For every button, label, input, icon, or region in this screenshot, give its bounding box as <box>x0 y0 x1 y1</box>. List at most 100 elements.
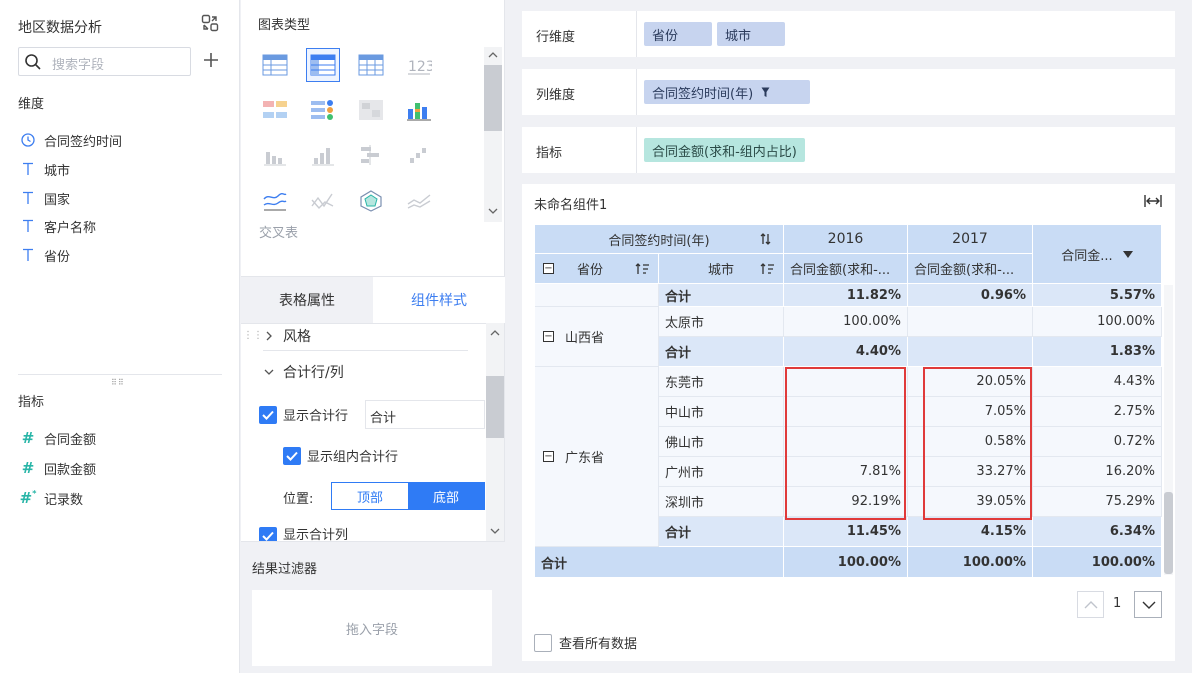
text-type-icon <box>18 248 38 262</box>
polyline-chart-icon[interactable] <box>306 184 340 218</box>
value-cell: 11.82% <box>784 284 908 307</box>
result-filter-section: 结果过滤器 拖入字段 <box>241 541 505 673</box>
section-divider <box>18 374 222 375</box>
value-cell: 4.15% <box>908 517 1033 547</box>
add-field-icon[interactable] <box>203 52 219 68</box>
province-header[interactable]: − 省份 <box>535 254 659 284</box>
total-section[interactable]: 合计行/列 <box>263 362 344 382</box>
fit-width-icon[interactable] <box>1144 194 1162 208</box>
position-label: 位置: <box>283 492 314 507</box>
kpi-number-icon[interactable]: 123 <box>402 48 436 82</box>
search-icon <box>24 53 42 71</box>
page-prev-button[interactable] <box>1077 591 1104 618</box>
city-cell: 东莞市 <box>659 367 784 397</box>
row-dim-pill-province[interactable]: 省份 <box>644 22 712 46</box>
chevron-right-icon <box>266 331 272 341</box>
total-col-header[interactable]: 合同金... <box>1033 225 1162 284</box>
field-item-province[interactable]: 省份 <box>18 243 70 267</box>
measure-header-2016[interactable]: 合同金额(求和-... <box>784 254 908 284</box>
bar-chart-icon[interactable] <box>258 138 292 172</box>
collapse-icon[interactable]: − <box>543 451 554 462</box>
field-item-customer[interactable]: 客户名称 <box>18 214 96 238</box>
city-header[interactable]: 城市 <box>659 254 784 284</box>
field-search-input[interactable]: 搜索字段 <box>18 47 191 76</box>
color-table-icon[interactable] <box>258 93 292 127</box>
measure-pill-contract-amount[interactable]: 合同金额(求和-组内占比) <box>644 138 805 162</box>
field-item-payment-amount[interactable]: # 回款金额 <box>18 456 96 480</box>
province-cell-shanxi[interactable]: − 山西省 <box>535 307 659 367</box>
tab-table-properties[interactable]: 表格属性 <box>241 277 373 323</box>
field-item-contract-date[interactable]: 合同签约时间 <box>18 128 122 152</box>
column-chart-icon[interactable] <box>306 138 340 172</box>
field-item-city[interactable]: 城市 <box>18 157 70 181</box>
field-label: 客户名称 <box>44 220 97 236</box>
position-segmented-control: 顶部 底部 <box>331 482 485 510</box>
collapse-icon[interactable]: − <box>543 331 554 342</box>
position-top-option[interactable]: 顶部 <box>332 483 408 509</box>
drag-handle-icon[interactable]: ⋮⋮ <box>243 330 263 341</box>
sort-icon <box>760 262 774 274</box>
field-label: 记录数 <box>44 492 84 508</box>
radar-chart-icon[interactable] <box>354 184 388 218</box>
stacked-bar-color-icon[interactable] <box>402 93 436 127</box>
row-dim-pill-city[interactable]: 城市 <box>717 22 785 46</box>
year-header-2016: 2016 <box>784 225 908 254</box>
sort-icon <box>635 262 649 274</box>
show-total-col-label: 显示合计列 <box>283 528 349 541</box>
value-cell: 11.45% <box>784 517 908 547</box>
city-cell: 太原市 <box>659 307 784 337</box>
field-label: 合同金额 <box>44 432 97 448</box>
number-calc-icon: # * <box>19 489 37 507</box>
waterfall-icon[interactable] <box>402 138 436 172</box>
field-item-record-count[interactable]: # * 记录数 <box>18 486 83 510</box>
show-total-row-checkbox[interactable]: 显示合计行 <box>259 405 348 424</box>
heatmap-icon[interactable] <box>354 93 388 127</box>
col-dim-header-label: 合同签约时间(年) <box>608 233 710 249</box>
collapse-icon[interactable]: − <box>543 263 554 274</box>
col-dim-pill-contract-year[interactable]: 合同签约时间(年) <box>644 80 810 104</box>
field-panel: 地区数据分析 搜索字段 维度 合同签约时间 城市 国家 客户名称 省份 ⠿⠿ 指… <box>0 0 240 673</box>
total-row-text-input[interactable]: 合计 <box>365 400 485 429</box>
field-item-country[interactable]: 国家 <box>18 186 70 210</box>
grand-total-2017: 100.00% <box>908 547 1033 578</box>
area-line-icon[interactable] <box>402 184 436 218</box>
grand-total-2016: 100.00% <box>784 547 908 578</box>
highlight-box-2016 <box>785 367 906 520</box>
chart-type-label: 交叉表 <box>259 226 299 241</box>
checkbox-checked-icon <box>259 405 277 424</box>
filter-icon <box>761 87 770 97</box>
field-item-contract-amount[interactable]: # 合同金额 <box>18 426 96 450</box>
switch-dataset-icon[interactable] <box>201 14 219 32</box>
cross-table-icon[interactable] <box>306 48 340 82</box>
see-all-data-checkbox[interactable]: 查看所有数据 <box>534 633 637 652</box>
line-chart-icon[interactable] <box>258 184 292 218</box>
style-scrollbar[interactable] <box>486 323 504 541</box>
province-cell-guangdong[interactable]: − 广东省 <box>535 367 659 547</box>
page-next-button[interactable] <box>1134 591 1162 618</box>
tab-component-style[interactable]: 组件样式 <box>373 277 505 323</box>
style-section[interactable]: 风格 <box>263 326 311 346</box>
measure-section-title: 指标 <box>18 395 45 410</box>
row-dimension-label: 行维度 <box>536 30 576 45</box>
group-table-icon[interactable] <box>354 48 388 82</box>
measure-header-2017[interactable]: 合同金额(求和-... <box>908 254 1033 284</box>
total-section-label: 合计行/列 <box>283 365 344 381</box>
table-detail-icon[interactable] <box>258 48 292 82</box>
filter-drop-zone[interactable]: 拖入字段 <box>252 590 492 666</box>
subtotal-label-cell: 合计 <box>659 337 784 367</box>
indicator-card-icon[interactable] <box>306 93 340 127</box>
see-all-data-label: 查看所有数据 <box>559 637 638 652</box>
value-cell: 2.75% <box>1033 397 1162 427</box>
show-group-total-checkbox[interactable]: 显示组内合计行 <box>283 446 398 465</box>
position-bottom-option[interactable]: 底部 <box>408 483 484 509</box>
value-cell: 75.29% <box>1033 487 1162 517</box>
show-total-col-checkbox[interactable]: 显示合计列 <box>259 527 348 541</box>
show-total-row-label: 显示合计行 <box>283 409 349 424</box>
resize-grip-icon[interactable]: ⠿⠿ <box>111 378 125 387</box>
chart-type-scrollbar[interactable] <box>484 47 502 222</box>
text-type-icon <box>18 219 38 233</box>
horizontal-bar-icon[interactable] <box>354 138 388 172</box>
column-dimension-bar: 列维度 合同签约时间(年) <box>522 69 1175 115</box>
table-scrollbar[interactable] <box>1164 285 1173 575</box>
col-dim-header[interactable]: 合同签约时间(年) <box>535 225 784 254</box>
